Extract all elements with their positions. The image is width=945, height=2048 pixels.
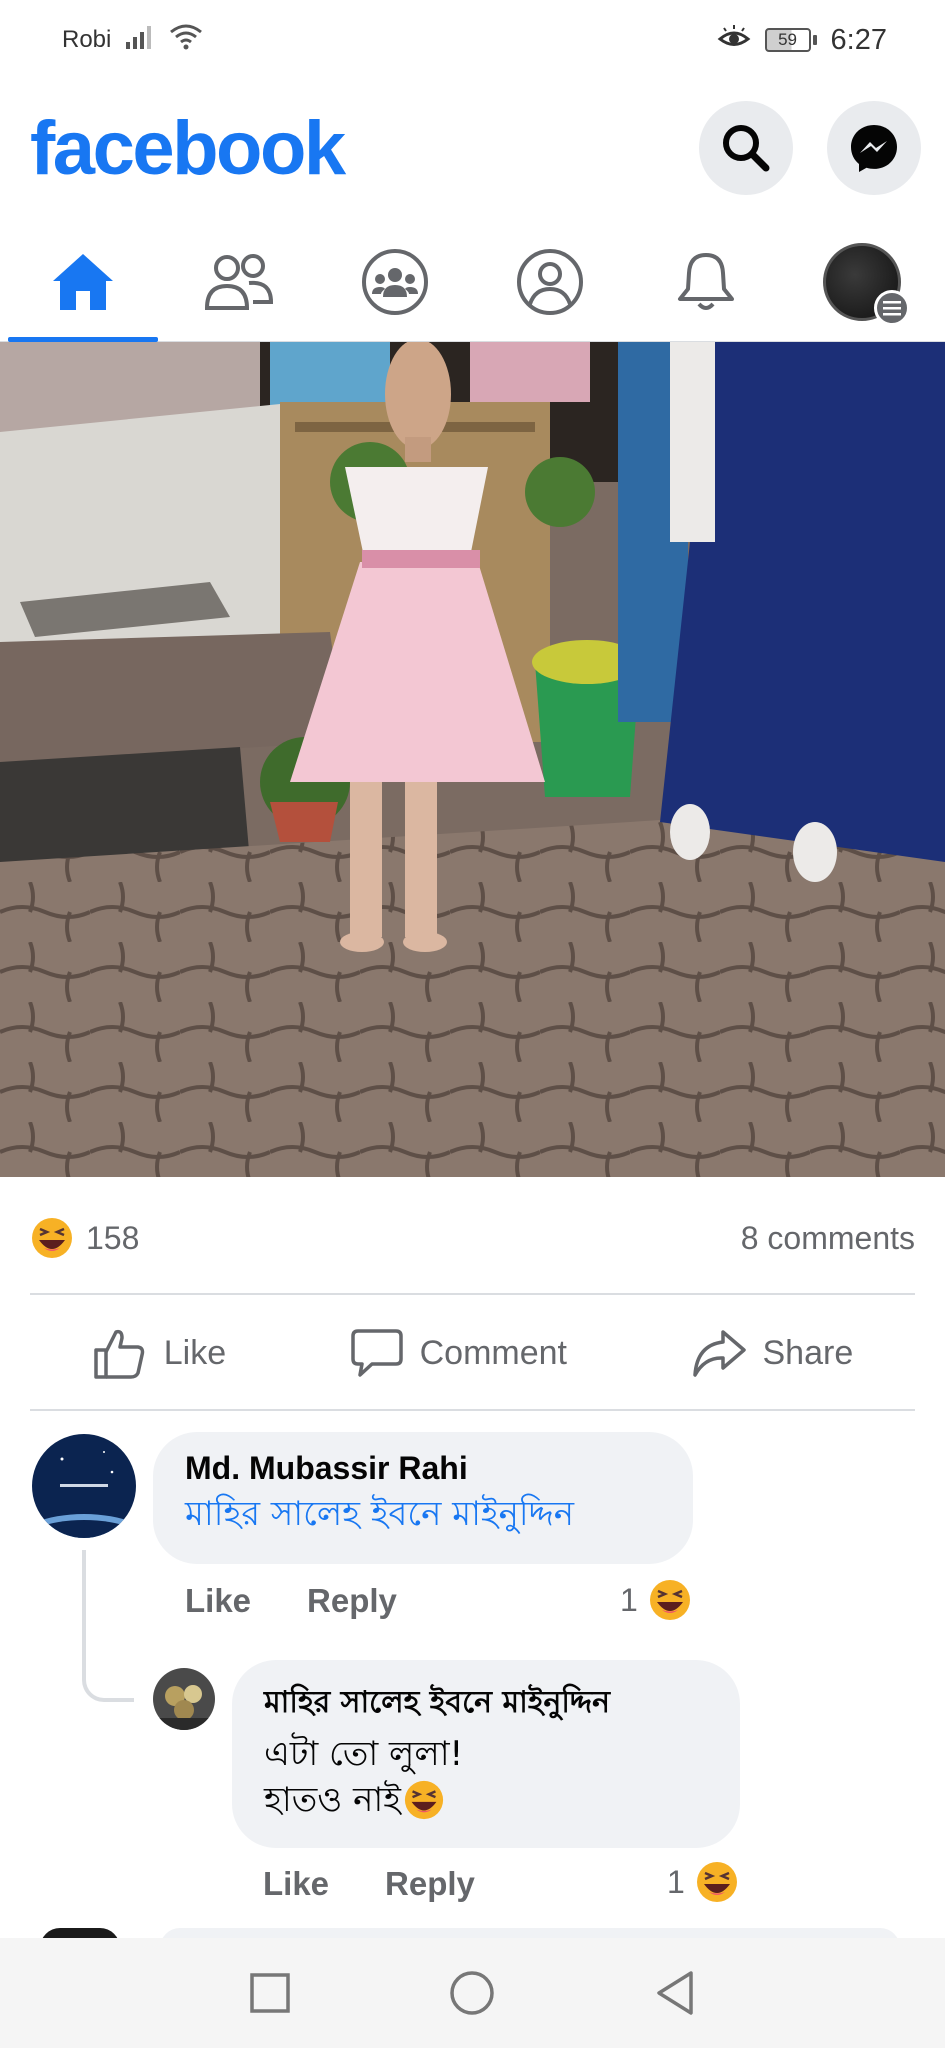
tab-home[interactable] xyxy=(8,222,158,342)
reply-like-button[interactable]: Like xyxy=(263,1865,329,1903)
reply-text-line2: হাতও নাই xyxy=(264,1780,401,1820)
reply-actions: Like Reply xyxy=(263,1865,475,1903)
search-button[interactable] xyxy=(699,101,793,195)
comment-label: Comment xyxy=(419,1333,567,1372)
main-nav-tabs xyxy=(0,222,945,342)
comment-reaction-count: 1 xyxy=(620,1581,638,1618)
reply-reactions[interactable]: 1 xyxy=(667,1860,739,1904)
haha-reaction-icon xyxy=(649,1580,690,1620)
reaction-count-group[interactable]: 158 xyxy=(30,1216,139,1260)
like-label: Like xyxy=(163,1333,227,1372)
eye-comfort-icon xyxy=(717,23,751,58)
comment-icon xyxy=(350,1329,403,1377)
tab-menu[interactable] xyxy=(787,222,937,342)
laughing-emoji-icon xyxy=(404,1780,443,1820)
share-label: Share xyxy=(762,1333,854,1372)
haha-reaction-icon xyxy=(696,1862,737,1902)
comment-reactions[interactable]: 1 xyxy=(620,1578,692,1622)
tab-groups[interactable] xyxy=(320,222,470,342)
header-actions xyxy=(699,101,921,195)
search-icon xyxy=(723,125,770,172)
reply-text-line2-row: হাতও নাই xyxy=(264,1777,708,1823)
menu-icon xyxy=(873,290,910,326)
signal-icon xyxy=(125,24,155,57)
facebook-logo[interactable]: facebook xyxy=(30,105,346,192)
post-actions: Like Comment Share xyxy=(30,1300,915,1406)
app-header: facebook xyxy=(0,88,945,208)
home-circle-icon[interactable] xyxy=(448,1969,496,2017)
profile-icon xyxy=(517,249,584,315)
reply-reply-button[interactable]: Reply xyxy=(385,1865,475,1903)
messenger-icon xyxy=(851,125,897,172)
battery-level: 59 xyxy=(764,28,811,52)
messenger-button[interactable] xyxy=(827,101,921,195)
status-bar: Robi 59 6:27 xyxy=(0,0,945,80)
groups-icon xyxy=(361,249,428,315)
reaction-count: 158 xyxy=(86,1219,140,1256)
reply-avatar[interactable] xyxy=(153,1668,215,1730)
reply-author[interactable]: মাহির সালেহ ইবনে মাইনুদ্দিন xyxy=(264,1678,708,1729)
reply-thread-line xyxy=(82,1550,134,1702)
status-right: 59 6:27 xyxy=(717,23,887,58)
wifi-icon xyxy=(169,23,203,58)
haha-reaction-icon xyxy=(32,1218,72,1258)
thumbs-up-icon xyxy=(94,1329,144,1379)
status-left: Robi xyxy=(62,23,203,58)
tab-friends[interactable] xyxy=(164,222,314,342)
like-button[interactable]: Like xyxy=(72,1318,246,1388)
reply-text-line1: এটা তো লুলা! xyxy=(264,1734,464,1774)
post-photo-illustration xyxy=(0,342,945,1177)
divider-top xyxy=(30,1293,915,1295)
tab-notifications[interactable] xyxy=(631,222,781,342)
comment-like-button[interactable]: Like xyxy=(185,1582,251,1620)
reaction-summary: 158 8 comments xyxy=(30,1208,915,1268)
divider-bottom xyxy=(30,1409,915,1411)
my-avatar xyxy=(822,243,910,326)
bell-icon xyxy=(678,253,735,310)
recents-icon[interactable] xyxy=(248,1971,292,2015)
comment-author[interactable]: Md. Mubassir Rahi xyxy=(185,1450,661,1487)
carrier-label: Robi xyxy=(62,26,112,53)
comment-mention[interactable]: মাহির সালেহ ইবনে মাইনুদ্দিন xyxy=(185,1491,661,1537)
friends-icon xyxy=(204,254,273,310)
share-button[interactable]: Share xyxy=(671,1320,874,1386)
comment-reply-button[interactable]: Reply xyxy=(307,1582,397,1620)
home-icon xyxy=(53,254,113,310)
comment-actions: Like Reply xyxy=(185,1582,397,1620)
reply-reaction-count: 1 xyxy=(667,1863,685,1900)
comment-avatar[interactable] xyxy=(32,1434,136,1538)
comment-bubble: Md. Mubassir Rahi মাহির সালেহ ইবনে মাইনু… xyxy=(153,1432,693,1564)
back-icon[interactable] xyxy=(653,1969,697,2017)
tab-profile[interactable] xyxy=(475,222,625,342)
post-photo[interactable] xyxy=(0,342,945,1177)
share-icon xyxy=(692,1330,746,1377)
clock: 6:27 xyxy=(830,23,887,56)
comment-button[interactable]: Comment xyxy=(330,1319,587,1387)
battery-icon: 59 xyxy=(764,28,817,52)
reply-bubble: মাহির সালেহ ইবনে মাইনুদ্দিন এটা তো লুলা!… xyxy=(232,1660,740,1848)
comments-count[interactable]: 8 comments xyxy=(741,1220,915,1257)
system-nav-bar xyxy=(0,1938,945,2048)
